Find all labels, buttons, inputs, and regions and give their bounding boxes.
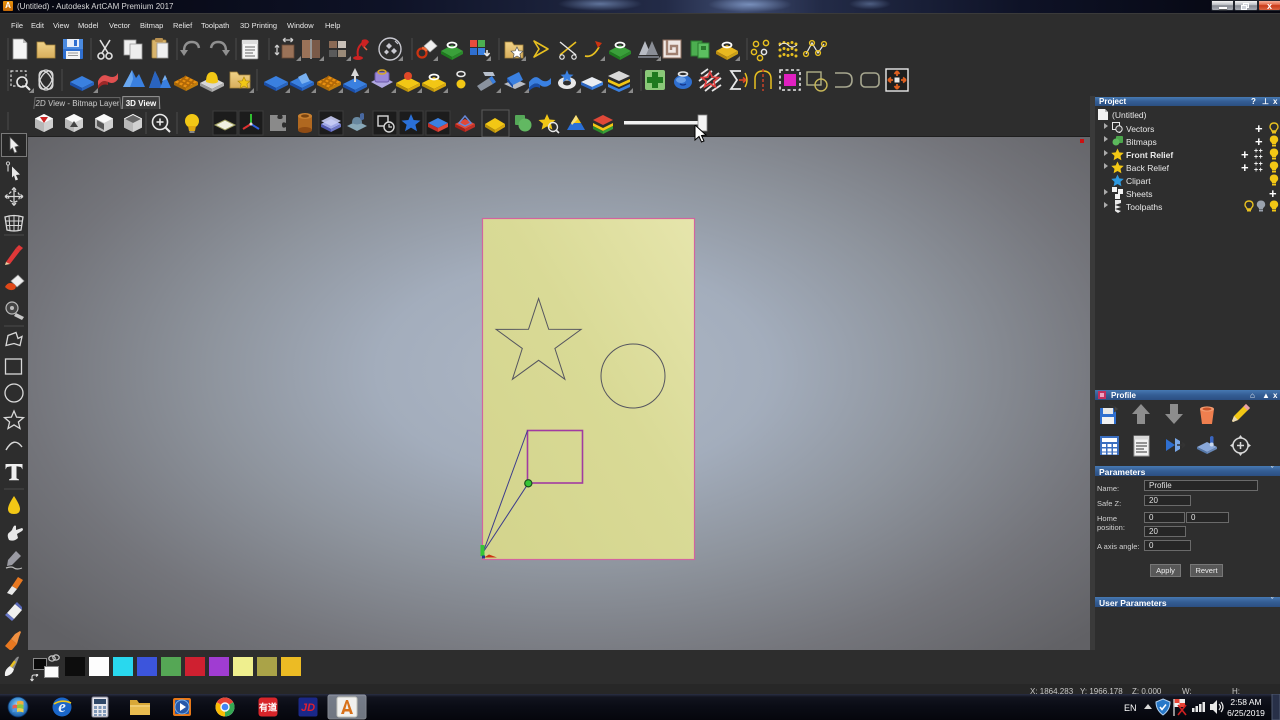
svg-text:6/25/2019: 6/25/2019 — [1227, 708, 1265, 718]
svg-text:JD: JD — [301, 702, 315, 714]
svg-text:e: e — [58, 697, 66, 716]
svg-text:2:58 AM: 2:58 AM — [1230, 697, 1261, 707]
svg-text:EN: EN — [1124, 703, 1137, 713]
svg-text:有道: 有道 — [259, 702, 277, 713]
